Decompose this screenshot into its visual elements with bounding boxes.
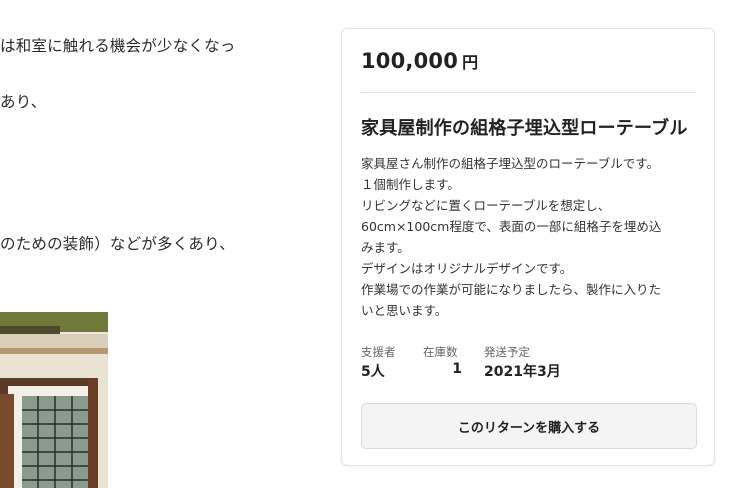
description-line: デザインはオリジナルデザインです。 <box>361 261 573 276</box>
backers-label: 支援者 <box>361 345 396 359</box>
description-line: １個制作します。 <box>361 177 460 192</box>
stock-stat: 在庫数 1 <box>423 344 479 377</box>
divider <box>361 92 696 93</box>
article-text: あり、 <box>0 93 47 111</box>
reward-price: 100,000 円 <box>361 49 478 73</box>
reward-title: 家具屋制作の組格子埋込型ローテーブル <box>361 118 688 139</box>
stock-value: 1 <box>452 361 462 377</box>
shipping-stat: 発送予定 2021年3月 <box>484 344 594 381</box>
description-line: 作業場での作業が可能になりましたら、製作に入りた <box>361 282 662 297</box>
stock-label: 在庫数 <box>423 345 458 359</box>
description-line: 家具屋さん制作の組格子埋込型のローテーブルです。 <box>361 156 660 171</box>
article-photo <box>0 312 108 488</box>
description-line: リビングなどに置くローテーブルを想定し、 <box>361 198 611 213</box>
purchase-reward-button[interactable]: このリターンを購入する <box>361 403 697 449</box>
shipping-label: 発送予定 <box>484 345 530 359</box>
shipping-value: 2021年3月 <box>484 364 561 380</box>
backers-value: 5人 <box>361 364 385 380</box>
description-line: いと思います。 <box>361 303 448 318</box>
price-currency: 円 <box>462 53 479 72</box>
project-article: は和室に触れる機会が少なくなっ あり、 のための装飾）などが多くあり、 <box>0 0 310 488</box>
reward-description: 家具屋さん制作の組格子埋込型のローテーブルです。 １個制作します。 リビングなど… <box>361 153 701 321</box>
reward-card: 100,000 円 家具屋制作の組格子埋込型ローテーブル 家具屋さん制作の組格子… <box>341 28 715 466</box>
article-text: のための装飾）などが多くあり、 <box>0 235 235 253</box>
price-amount: 100,000 <box>361 49 459 73</box>
article-text: は和室に触れる機会が少なくなっ <box>0 37 236 55</box>
description-line: みます。 <box>361 240 410 255</box>
description-line: 60cm×100cm程度で、表面の一部に組格子を埋め込 <box>361 219 662 234</box>
backers-stat: 支援者 5人 <box>361 344 421 381</box>
